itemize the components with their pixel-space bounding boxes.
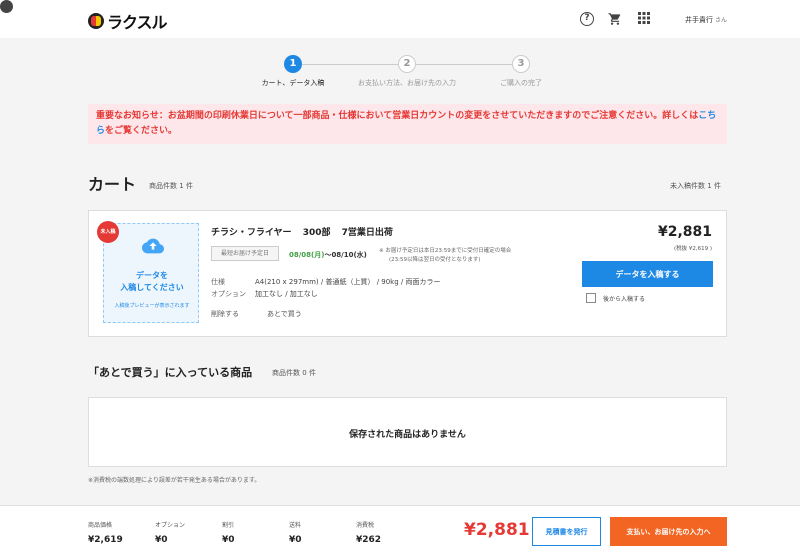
important-notice: 重要なお知らせ：お盆期間の印刷休業日について一部商品・仕様において営業日カウント… [88,104,727,144]
ship-to-date: 08/10(水) [331,251,367,259]
unsubmitted-unit: 件 [713,182,721,190]
spec-value: A4(210 x 297mm) / 普通紙（上質） / 90kg / 両面カラー [255,278,441,286]
step-3-circle: 3 [512,55,530,73]
step-1-circle: 1 [284,55,302,73]
spec-row: 仕様 A4(210 x 297mm) / 普通紙（上質） / 90kg / 両面カ… [211,277,441,287]
step-connector [416,64,512,65]
submit-data-button[interactable]: データを入稿する [582,261,713,287]
summary-item-price: 商品価格 ¥2,619 [88,520,123,545]
shipping-date-range: 08/08(月)〜08/10(水) [289,250,367,260]
ship-from-date: 08/08(月) [289,251,325,259]
account-icon[interactable] [0,0,13,13]
summary-shipping: 送料 ¥0 [289,520,302,545]
apps-grid-icon[interactable] [637,12,651,26]
help-icon[interactable]: ? [580,12,594,26]
logo-mark-icon [88,13,104,29]
spec-label: 仕様 [211,278,225,286]
summary-value: ¥0 [155,535,168,545]
option-value: 加工なし / 加工なし [255,290,318,298]
later-upload-option[interactable]: 後から入稿する [586,293,645,303]
cloud-upload-icon [142,238,164,254]
order-summary-bar: 商品価格 ¥2,619 オプション ¥0 割引 ¥0 送料 ¥0 消費税 ¥262 ¥2,… [0,505,800,555]
summary-value: ¥2,619 [88,535,123,545]
step-2-label: お支払い方法、お届け先の入力 [358,79,456,87]
option-row: オプション 加工なし / 加工なし [211,289,318,299]
item-actions: 削除する あとで買う [211,309,302,319]
item-price: ¥2,881 [657,224,712,240]
option-label: オプション [211,290,246,298]
cart-item-count: 商品件数 1 件 [149,181,193,191]
buy-later-link[interactable]: あとで買う [267,310,302,318]
step-1-label: カート、データ入稿 [261,79,325,87]
summary-value: ¥262 [356,535,382,545]
summary-value: ¥0 [222,535,235,545]
cart-icon[interactable] [608,12,622,26]
user-name[interactable]: 井手貴行 さん [685,15,727,25]
later-upload-label: 後から入稿する [603,295,646,303]
product-name: チラシ・フライヤー 300部 7営業日出荷 [211,225,401,238]
saved-empty-message: 保存された商品はありません [349,430,466,440]
checkout-stepper: 1 カート、データ入稿 2 お支払い方法、お届け先の入力 3 ご購入の完了 [0,55,800,95]
item-count-label: 商品件数 [149,182,177,190]
summary-label: 消費税 [356,522,375,529]
tax-rounding-note: ※消費税の端数処理により誤差が若干発生ある場合があります。 [88,477,261,484]
upload-title-line1: データを [136,271,168,280]
shipping-note: ※ お届け予定日は本日23:59までに受付日確定の場合 (23:59以降は翌日の受… [379,247,511,265]
cart-title: カート [88,175,137,194]
shipping-estimate-chip: 最短お届け予定日 [211,246,279,261]
issue-quote-button[interactable]: 見積書を発行 [532,517,601,546]
unsubmitted-label: 未入稿件数 [670,182,705,190]
upload-preview-note: 入稿後プレビューが表示されます [114,303,190,309]
logo-text: ラクスル [107,13,168,32]
summary-label: 割引 [222,522,235,529]
saved-count-unit: 件 [308,369,316,377]
delete-item-link[interactable]: 削除する [211,310,239,318]
ship-note-line2: (23:59以降は翌日の受付となります) [389,257,481,263]
notice-text: 重要なお知らせ：お盆期間の印刷休業日について一部商品・仕様において営業日カウント… [96,111,699,121]
order-total: ¥2,881 [464,520,530,540]
upload-title: データを入稿してください [104,270,200,294]
notice-text-after: をご覧ください。 [105,126,178,136]
saved-items-count: 商品件数 0 件 [272,368,316,378]
user-suffix: さん [715,17,728,24]
step-2-circle: 2 [398,55,416,73]
item-count-value: 1 [179,182,184,190]
summary-option: オプション ¥0 [155,520,185,545]
user-name-text: 井手貴行 [685,16,713,24]
product-quantity: 300部 [302,228,331,238]
unsubmitted-value: 1 [707,182,712,190]
unsubmitted-count: 未入稿件数 1 件 [670,181,721,191]
data-upload-dropzone[interactable]: データを入稿してください 入稿後プレビューが表示されます [103,223,199,323]
upload-title-line2: 入稿してください [120,283,184,292]
item-count-unit: 件 [185,182,193,190]
step-3-label: ご購入の完了 [500,79,542,87]
product-lead-time: 7営業日出荷 [341,228,393,238]
saved-items-title: 「あとで買う」に入っている商品 [88,366,253,379]
item-price-excl-tax: (税抜 ¥2,619 ) [673,246,712,252]
unsubmitted-badge: 未入稿 [97,221,119,243]
saved-items-panel: 保存された商品はありません [88,397,727,467]
saved-count-label: 商品件数 [272,369,300,377]
product-title: チラシ・フライヤー [211,228,292,238]
summary-discount: 割引 ¥0 [222,520,235,545]
saved-count-value: 0 [302,369,307,377]
summary-tax: 消費税 ¥262 [356,520,381,545]
cart-item-card: 未入稿 データを入稿してください 入稿後プレビューが表示されます チラシ・フライ… [88,210,727,337]
summary-label: 商品価格 [88,522,113,529]
logo[interactable]: ラクスル [88,9,168,33]
step-connector [302,64,398,65]
later-upload-checkbox[interactable] [586,293,596,303]
header: ラクスル ? 井手貴行 さん [0,0,800,38]
summary-label: オプション [155,522,186,529]
summary-label: 送料 [289,522,302,529]
ship-note-line1: ※ お届け予定日は本日23:59までに受付日確定の場合 [379,248,512,254]
summary-value: ¥0 [289,535,302,545]
proceed-to-payment-button[interactable]: 支払い、お届け先の入力へ [610,517,727,546]
